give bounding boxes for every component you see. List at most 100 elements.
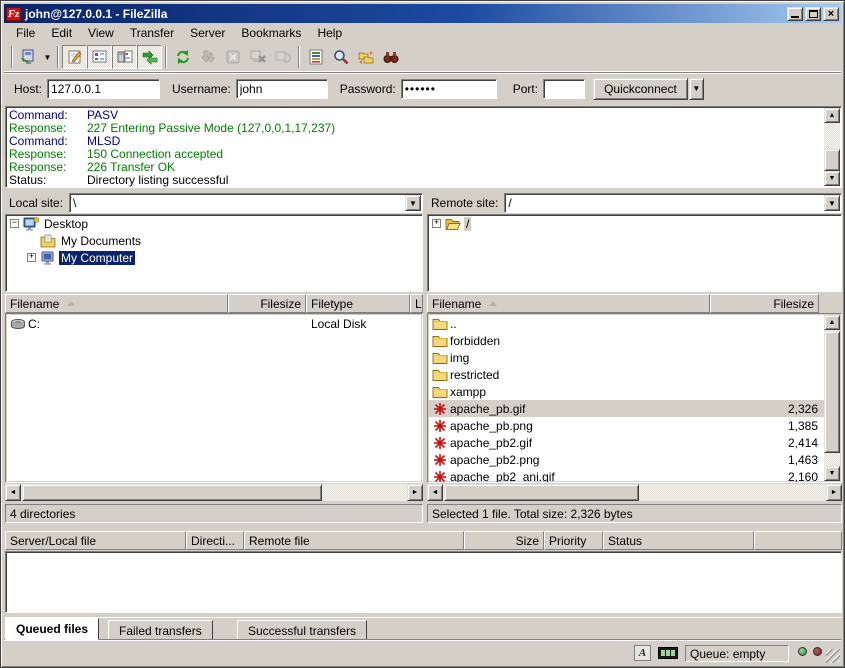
refresh-button[interactable] bbox=[170, 45, 195, 69]
scroll-right-icon[interactable]: ► bbox=[826, 484, 842, 501]
username-label: Username: bbox=[172, 82, 231, 96]
column-header-filename[interactable]: Filename bbox=[427, 294, 710, 313]
username-input[interactable] bbox=[236, 79, 328, 99]
filename-cell: .. bbox=[429, 315, 712, 332]
collapse-minus-icon[interactable]: − bbox=[10, 219, 19, 228]
site-manager-dropdown-button[interactable]: ▼ bbox=[41, 45, 54, 69]
file-row-[interactable]: .. bbox=[429, 315, 824, 332]
remote-vscrollbar[interactable]: ▲ ▼ bbox=[824, 315, 840, 481]
quickconnect-dropdown-button[interactable]: ▼ bbox=[689, 78, 704, 100]
speed-limit-indicator[interactable] bbox=[658, 647, 678, 659]
column-header-l[interactable]: L bbox=[410, 294, 423, 313]
filezilla-window: Fz john@127.0.0.1 - FileZilla × FileEdit… bbox=[0, 0, 845, 668]
queue-column-size[interactable]: Size bbox=[464, 531, 544, 550]
speed-segment bbox=[666, 650, 670, 656]
remote-list-header: FilenameFilesize bbox=[427, 294, 842, 313]
scroll-down-icon[interactable]: ▼ bbox=[824, 466, 840, 481]
speed-segment bbox=[661, 650, 665, 656]
column-header-filesize[interactable]: Filesize bbox=[228, 294, 306, 313]
password-input[interactable] bbox=[401, 79, 497, 99]
menu-view[interactable]: View bbox=[80, 24, 122, 42]
file-row-apache-pb-gif[interactable]: apache_pb.gif2,326 bbox=[429, 400, 824, 417]
folder-icon bbox=[432, 333, 448, 349]
remote-hscrollbar-thumb[interactable] bbox=[444, 484, 639, 501]
ascii-transfer-type-icon[interactable]: A bbox=[634, 645, 651, 661]
queue-column-remote-file[interactable]: Remote file bbox=[244, 531, 464, 550]
file-row-apache-pb2-png[interactable]: apache_pb2.png1,463 bbox=[429, 451, 824, 468]
menu-file[interactable]: File bbox=[8, 24, 43, 42]
minimize-button[interactable] bbox=[787, 7, 803, 21]
remote-site-dropdown-button[interactable]: ▼ bbox=[824, 195, 840, 211]
file-row-restricted[interactable]: restricted bbox=[429, 366, 824, 383]
remote-vscrollbar-thumb[interactable] bbox=[824, 331, 840, 453]
menu-edit[interactable]: Edit bbox=[43, 24, 80, 42]
expand-plus-icon[interactable]: + bbox=[27, 253, 36, 262]
cancel-operation-button[interactable] bbox=[220, 45, 245, 69]
quickconnect-button[interactable]: Quickconnect bbox=[593, 78, 688, 100]
resize-grip-icon[interactable] bbox=[826, 649, 840, 663]
toggle-transfer-queue-button[interactable] bbox=[137, 45, 162, 69]
expand-plus-icon[interactable]: + bbox=[432, 219, 441, 228]
remote-file-rows: ..forbiddenimgrestrictedxamppapache_pb.g… bbox=[429, 315, 824, 481]
tree-item-my-computer[interactable]: +My Computer bbox=[6, 249, 422, 266]
scroll-up-icon[interactable]: ▲ bbox=[824, 315, 840, 330]
filename-filters-button[interactable] bbox=[303, 45, 328, 69]
menu-bookmarks[interactable]: Bookmarks bbox=[233, 24, 309, 42]
remote-hscrollbar[interactable]: ◄ ► bbox=[427, 484, 842, 501]
site-manager-button[interactable] bbox=[16, 45, 41, 69]
tab-queued-files[interactable]: Queued files bbox=[5, 618, 99, 640]
file-row-forbidden[interactable]: forbidden bbox=[429, 332, 824, 349]
directory-comparison-button[interactable] bbox=[328, 45, 353, 69]
filetype-cell: Local Disk bbox=[308, 315, 412, 332]
tab-successful-transfers[interactable]: Successful transfers bbox=[237, 620, 367, 640]
tab-failed-transfers[interactable]: Failed transfers bbox=[108, 620, 213, 640]
column-header-filesize[interactable]: Filesize bbox=[710, 294, 819, 313]
remote-site-combobox[interactable]: / ▼ bbox=[504, 193, 842, 213]
file-row-apache-pb-png[interactable]: apache_pb.png1,385 bbox=[429, 417, 824, 434]
queue-column-directi[interactable]: Directi... bbox=[186, 531, 244, 550]
file-row-img[interactable]: img bbox=[429, 349, 824, 366]
tree-item-[interactable]: +/ bbox=[428, 215, 841, 232]
reconnect-button[interactable] bbox=[270, 45, 295, 69]
log-scrollbar[interactable]: ▲ ▼ bbox=[824, 108, 840, 186]
scroll-up-icon[interactable]: ▲ bbox=[824, 108, 840, 123]
queue-column-server-local-file[interactable]: Server/Local file bbox=[5, 531, 186, 550]
title-bar[interactable]: Fz john@127.0.0.1 - FileZilla × bbox=[4, 4, 841, 23]
log-scrollbar-thumb[interactable] bbox=[824, 149, 840, 171]
queue-column-status[interactable]: Status bbox=[603, 531, 754, 550]
scroll-left-icon[interactable]: ◄ bbox=[5, 484, 21, 501]
synchronized-browsing-button[interactable] bbox=[353, 45, 378, 69]
menu-server[interactable]: Server bbox=[182, 24, 233, 42]
queue-column-priority[interactable]: Priority bbox=[544, 531, 603, 550]
local-hscrollbar[interactable]: ◄ ► bbox=[5, 484, 423, 501]
toggle-remote-tree-button[interactable] bbox=[112, 45, 137, 69]
scroll-right-icon[interactable]: ► bbox=[407, 484, 423, 501]
toggle-local-tree-button[interactable] bbox=[87, 45, 112, 69]
column-header-filename[interactable]: Filename bbox=[5, 294, 228, 313]
menu-help[interactable]: Help bbox=[309, 24, 350, 42]
port-input[interactable] bbox=[543, 79, 585, 99]
close-icon: × bbox=[828, 9, 834, 19]
file-row-xampp[interactable]: xampp bbox=[429, 383, 824, 400]
column-header-filetype[interactable]: Filetype bbox=[306, 294, 410, 313]
maximize-button[interactable] bbox=[805, 7, 821, 21]
local-site-dropdown-button[interactable]: ▼ bbox=[405, 195, 421, 211]
find-files-button[interactable] bbox=[378, 45, 403, 69]
tree-item-my-documents[interactable]: My Documents bbox=[6, 232, 422, 249]
toolbar-separator bbox=[57, 46, 59, 68]
close-button[interactable]: × bbox=[823, 7, 839, 21]
scroll-down-icon[interactable]: ▼ bbox=[824, 171, 840, 186]
scroll-left-icon[interactable]: ◄ bbox=[427, 484, 443, 501]
reconnect-icon bbox=[275, 49, 291, 65]
file-row-c[interactable]: C:Local Disk bbox=[7, 315, 421, 332]
toggle-message-log-button[interactable] bbox=[62, 45, 87, 69]
file-row-apache-pb2-gif[interactable]: apache_pb2.gif2,414 bbox=[429, 434, 824, 451]
tree-item-desktop[interactable]: −Desktop bbox=[6, 215, 422, 232]
menu-transfer[interactable]: Transfer bbox=[122, 24, 182, 42]
process-queue-button[interactable] bbox=[195, 45, 220, 69]
host-input[interactable] bbox=[47, 79, 160, 99]
local-site-combobox[interactable]: \ ▼ bbox=[69, 193, 423, 213]
disconnect-button[interactable] bbox=[245, 45, 270, 69]
local-hscrollbar-thumb[interactable] bbox=[22, 484, 322, 501]
file-row-apache-pb2-ani-gif[interactable]: apache_pb2_ani.gif2,160 bbox=[429, 468, 824, 483]
